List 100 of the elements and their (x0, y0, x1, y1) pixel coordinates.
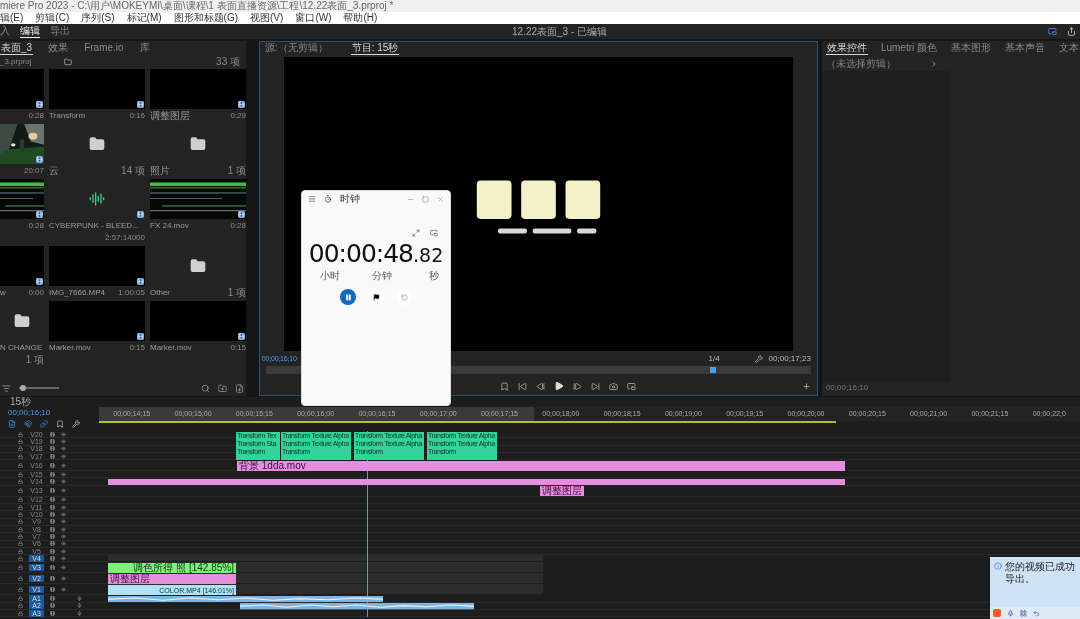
lock-icon[interactable] (18, 564, 23, 570)
camera-icon[interactable] (608, 381, 618, 391)
menu-item[interactable]: 帮助(H) (343, 12, 378, 24)
zoom-slider-thumb[interactable] (20, 385, 26, 391)
mic-icon[interactable] (77, 610, 82, 616)
lock-icon[interactable] (18, 512, 23, 517)
workspace-tab[interactable]: 入 (0, 25, 10, 38)
lock-icon[interactable] (18, 479, 23, 485)
sequence-tab[interactable]: 15秒 (10, 397, 32, 407)
sync-icon[interactable] (50, 479, 55, 485)
clip-selector[interactable]: （未选择剪辑） (825, 58, 896, 70)
lock-icon[interactable] (18, 610, 23, 616)
new-item-icon[interactable] (235, 383, 244, 393)
sync-icon[interactable] (50, 431, 55, 437)
sync-icon[interactable] (50, 488, 55, 494)
menu-item[interactable]: 辑(E) (0, 12, 24, 24)
nest-icon[interactable] (8, 420, 16, 428)
lock-icon[interactable] (18, 446, 23, 452)
lock-icon[interactable] (18, 548, 23, 554)
visibility-icon[interactable] (61, 533, 66, 539)
go-to-out-icon[interactable] (590, 381, 600, 391)
sync-icon[interactable] (50, 512, 55, 517)
lock-icon[interactable] (18, 438, 23, 444)
workspace-tab[interactable]: 导出 (50, 25, 70, 38)
sync-icon[interactable] (50, 446, 55, 452)
lock-icon[interactable] (18, 497, 23, 503)
grid-icon[interactable] (1020, 609, 1027, 617)
menu-item[interactable]: 剪辑(C) (35, 12, 70, 24)
visibility-icon[interactable] (61, 431, 66, 437)
pause-button[interactable] (340, 289, 356, 305)
play-icon[interactable] (553, 381, 564, 392)
visibility-icon[interactable] (61, 548, 66, 554)
go-to-in-icon[interactable] (517, 381, 527, 391)
visibility-icon[interactable] (61, 555, 66, 561)
sync-icon[interactable] (50, 555, 55, 561)
lock-icon[interactable] (18, 555, 23, 561)
menu-icon[interactable] (308, 195, 316, 203)
link-icon[interactable] (40, 420, 48, 428)
panel-tab[interactable]: 节目: 15秒 (350, 42, 400, 56)
zoom-dropdown[interactable]: 1/4 (708, 353, 749, 366)
mic-icon[interactable] (77, 603, 82, 609)
lock-icon[interactable] (18, 453, 23, 459)
visibility-icon[interactable] (61, 438, 66, 444)
folder-icon[interactable] (63, 58, 72, 66)
lock-icon[interactable] (18, 462, 23, 468)
sync-icon[interactable] (50, 519, 55, 525)
close-icon[interactable] (437, 195, 444, 203)
visibility-icon[interactable] (61, 446, 66, 452)
input-method-icon[interactable] (993, 609, 1001, 617)
sync-icon[interactable] (50, 504, 55, 510)
lock-icon[interactable] (18, 596, 23, 602)
sync-icon[interactable] (50, 471, 55, 477)
visibility-icon[interactable] (61, 471, 66, 477)
sync-icon[interactable] (50, 533, 55, 539)
sync-icon[interactable] (50, 548, 55, 554)
lock-icon[interactable] (18, 586, 23, 592)
sync-icon[interactable] (50, 453, 55, 459)
menu-item[interactable]: 图形和标题(G) (173, 12, 239, 24)
sync-icon[interactable] (50, 610, 55, 616)
panel-tab[interactable]: 基本图形 (950, 41, 992, 55)
workspace-tab[interactable]: 编辑 (20, 25, 40, 38)
lock-icon[interactable] (18, 519, 23, 525)
panel-tab[interactable]: 基本声音 (1004, 41, 1046, 55)
marker-icon[interactable] (499, 381, 509, 391)
panel-tab[interactable]: Frame.io (83, 41, 125, 55)
visibility-icon[interactable] (61, 462, 66, 468)
panel-tab[interactable]: 文本 (1058, 41, 1080, 55)
settings-icon[interactable] (754, 355, 763, 364)
visibility-icon[interactable] (61, 519, 66, 525)
sync-icon[interactable] (50, 541, 55, 547)
visibility-icon[interactable] (61, 512, 66, 517)
maximize-icon[interactable] (422, 195, 429, 203)
back-icon[interactable] (1033, 609, 1040, 617)
panel-icon[interactable] (1048, 27, 1057, 36)
visibility-icon[interactable] (61, 497, 66, 503)
list-view-icon[interactable] (2, 383, 11, 393)
snap-icon[interactable] (24, 420, 32, 428)
lock-icon[interactable] (18, 541, 23, 547)
add-icon[interactable] (801, 381, 811, 391)
sync-icon[interactable] (50, 526, 55, 532)
new-bin-icon[interactable] (218, 383, 227, 393)
visibility-icon[interactable] (61, 504, 66, 510)
lap-button[interactable] (368, 289, 384, 305)
visibility-icon[interactable] (61, 526, 66, 532)
video-clip[interactable]: 调整图层 (540, 486, 584, 497)
visibility-icon[interactable] (61, 453, 66, 459)
video-clip[interactable]: 背景 1dda.mov (237, 460, 845, 471)
visibility-icon[interactable] (61, 488, 66, 494)
lock-icon[interactable] (18, 488, 23, 494)
lock-icon[interactable] (18, 533, 23, 539)
sync-icon[interactable] (50, 564, 55, 570)
menu-item[interactable]: 标记(M) (126, 12, 162, 24)
marker-icon[interactable] (56, 420, 64, 428)
visibility-icon[interactable] (61, 541, 66, 547)
playhead-handle[interactable] (709, 367, 716, 374)
panel-tab[interactable]: 库 (138, 41, 151, 55)
step-forward-icon[interactable] (572, 381, 582, 391)
lock-icon[interactable] (18, 504, 23, 510)
panel-tab[interactable]: 源:（无剪辑） (263, 42, 329, 56)
menu-item[interactable]: 窗口(W) (295, 12, 332, 24)
